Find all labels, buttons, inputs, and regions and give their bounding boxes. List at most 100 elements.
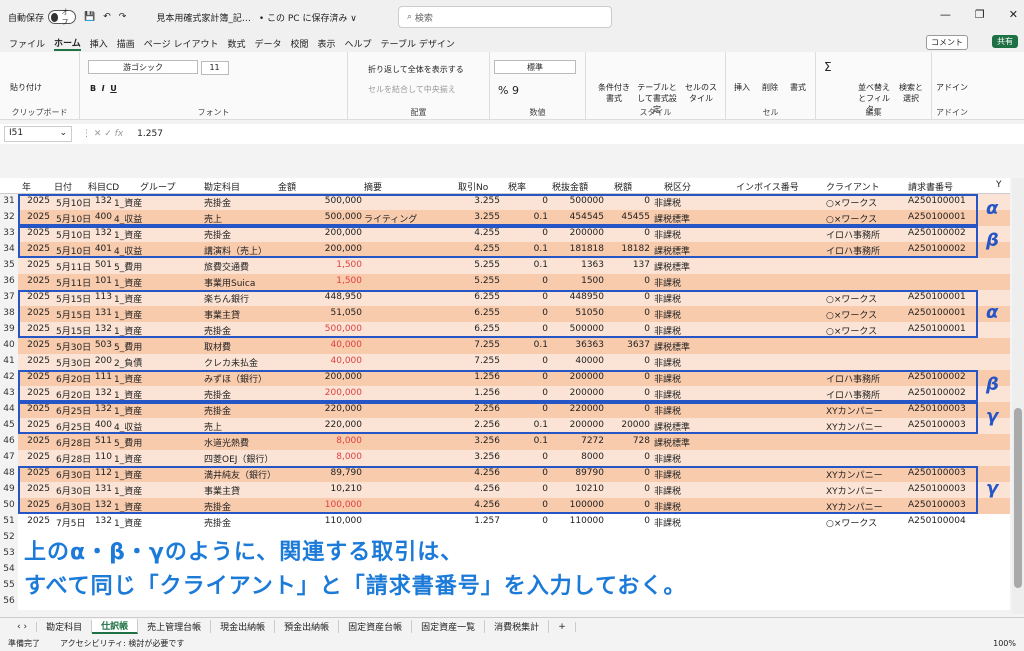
cell[interactable]: 36363: [548, 340, 604, 350]
cell[interactable]: 5_費用: [114, 340, 142, 353]
cell[interactable]: 6月28日: [56, 436, 91, 449]
cell[interactable]: 1.257: [452, 516, 500, 526]
cell[interactable]: 非課税: [654, 516, 681, 529]
column-header[interactable]: 摘要: [364, 180, 382, 193]
bold-button[interactable]: B I U: [90, 84, 117, 93]
cell[interactable]: 2_負債: [114, 356, 142, 369]
column-header[interactable]: 科目CD: [88, 180, 119, 193]
save-location[interactable]: • この PC に保存済み ∨: [259, 11, 357, 24]
insert-button[interactable]: 挿入: [734, 82, 750, 93]
cell[interactable]: 5.255: [452, 276, 500, 286]
cell[interactable]: 取材費: [204, 340, 231, 353]
cell[interactable]: 3.256: [452, 452, 500, 462]
cell[interactable]: 6月28日: [56, 452, 91, 465]
add-sheet-icon[interactable]: +: [549, 621, 576, 632]
cell[interactable]: 1_資産: [114, 276, 142, 289]
cell[interactable]: 課税標準: [654, 436, 690, 449]
minimize-icon[interactable]: —: [940, 8, 951, 21]
column-header[interactable]: 金額: [278, 180, 296, 193]
sheet-nav-icon[interactable]: ‹ ›: [8, 621, 38, 632]
cell[interactable]: 8,000: [258, 452, 362, 462]
cell[interactable]: 7272: [548, 436, 604, 446]
cell[interactable]: 非課税: [654, 356, 681, 369]
menu-1[interactable]: ホーム: [54, 36, 81, 51]
cell[interactable]: 7.255: [452, 356, 500, 366]
cell[interactable]: 40,000: [258, 340, 363, 350]
addin-button[interactable]: アドイン: [936, 82, 968, 93]
menu-10[interactable]: テーブル デザイン: [381, 37, 455, 50]
column-header[interactable]: 取引No: [458, 180, 488, 193]
cell[interactable]: 非課税: [654, 452, 681, 465]
cell[interactable]: 非課税: [654, 276, 681, 289]
cell[interactable]: ○×ワークス: [826, 516, 877, 529]
cell[interactable]: 事業用Suica: [204, 276, 255, 289]
accessibility-status[interactable]: アクセシビリティ: 検討が必要です: [60, 638, 184, 649]
column-header[interactable]: クライアント: [826, 180, 880, 193]
cell[interactable]: 110,000: [258, 516, 362, 526]
format-button[interactable]: 書式: [790, 82, 806, 93]
autosave-toggle[interactable]: オフ: [48, 8, 77, 26]
column-header[interactable]: 税区分: [664, 180, 691, 193]
share-button[interactable]: 共有: [992, 35, 1018, 48]
close-icon[interactable]: ✕: [1009, 8, 1018, 21]
cell[interactable]: 課税標準: [654, 340, 690, 353]
wrap-text-button[interactable]: 折り返して全体を表示する: [368, 64, 464, 75]
vertical-scrollbar[interactable]: [1012, 178, 1024, 614]
name-box[interactable]: I51 ⌄: [4, 126, 72, 142]
zoom-level[interactable]: 100%: [993, 639, 1016, 648]
cell[interactable]: 0.1: [508, 260, 548, 270]
sheet-tab[interactable]: 仕訳帳: [92, 619, 139, 634]
menu-4[interactable]: ページ レイアウト: [144, 37, 219, 50]
column-header[interactable]: 税抜金額: [552, 180, 588, 193]
menu-6[interactable]: データ: [254, 37, 281, 50]
cell[interactable]: 0: [614, 276, 650, 286]
column-header[interactable]: 税率: [508, 180, 526, 193]
menu-0[interactable]: ファイル: [9, 37, 45, 50]
cell[interactable]: 132: [88, 516, 112, 526]
cell[interactable]: 0: [614, 516, 650, 526]
cell[interactable]: 137: [614, 260, 650, 270]
percent-icon[interactable]: % 9: [498, 84, 519, 97]
menu-5[interactable]: 数式: [227, 37, 245, 50]
menu-3[interactable]: 描画: [117, 37, 135, 50]
cell[interactable]: 5.255: [452, 260, 500, 270]
sheet-tab[interactable]: 現金出納帳: [211, 620, 276, 633]
cell[interactable]: 課税標準: [654, 260, 690, 273]
undo-icon[interactable]: ↶: [103, 12, 111, 22]
cell[interactable]: 0: [508, 276, 548, 286]
sheet-tab[interactable]: 固定資産一覧: [412, 620, 486, 633]
comment-button[interactable]: コメント: [926, 35, 968, 50]
column-header[interactable]: 日付: [54, 180, 72, 193]
cell[interactable]: 728: [614, 436, 650, 446]
cell[interactable]: 水道光熱費: [204, 436, 249, 449]
column-header[interactable]: 税額: [614, 180, 632, 193]
cell[interactable]: 2025: [22, 452, 50, 462]
cell[interactable]: 1,500: [258, 260, 362, 270]
cell[interactable]: 3.256: [452, 436, 500, 446]
cell[interactable]: 5月30日: [56, 356, 91, 369]
cell[interactable]: 110000: [548, 516, 604, 526]
sheet-tab[interactable]: 売上管理台帳: [138, 620, 212, 633]
cell[interactable]: 0.1: [508, 436, 548, 446]
cell[interactable]: 2025: [22, 436, 50, 446]
cell[interactable]: 0: [508, 356, 548, 366]
cell[interactable]: 101: [88, 276, 112, 286]
redo-icon[interactable]: ↷: [119, 12, 127, 22]
cell[interactable]: 2025: [22, 516, 50, 526]
cell[interactable]: A250100004: [908, 516, 966, 526]
menu-8[interactable]: 表示: [318, 37, 336, 50]
cell[interactable]: 5月11日: [56, 260, 91, 273]
cell[interactable]: 2025: [22, 340, 50, 350]
formula-input[interactable]: 1.257: [137, 129, 163, 139]
cell[interactable]: 1_資産: [114, 452, 142, 465]
cell[interactable]: 8000: [548, 452, 604, 462]
column-header[interactable]: グループ: [140, 180, 175, 193]
merge-center-button[interactable]: セルを結合して中央揃え: [368, 84, 456, 95]
cell[interactable]: 売掛金: [204, 516, 231, 529]
cell-styles-button[interactable]: セルのスタイル: [682, 82, 720, 104]
sheet-tab[interactable]: 勘定科目: [37, 620, 93, 633]
cell[interactable]: 0: [614, 356, 650, 366]
cell[interactable]: 40000: [548, 356, 604, 366]
cell[interactable]: 5_費用: [114, 260, 142, 273]
cell[interactable]: 0: [614, 452, 650, 462]
